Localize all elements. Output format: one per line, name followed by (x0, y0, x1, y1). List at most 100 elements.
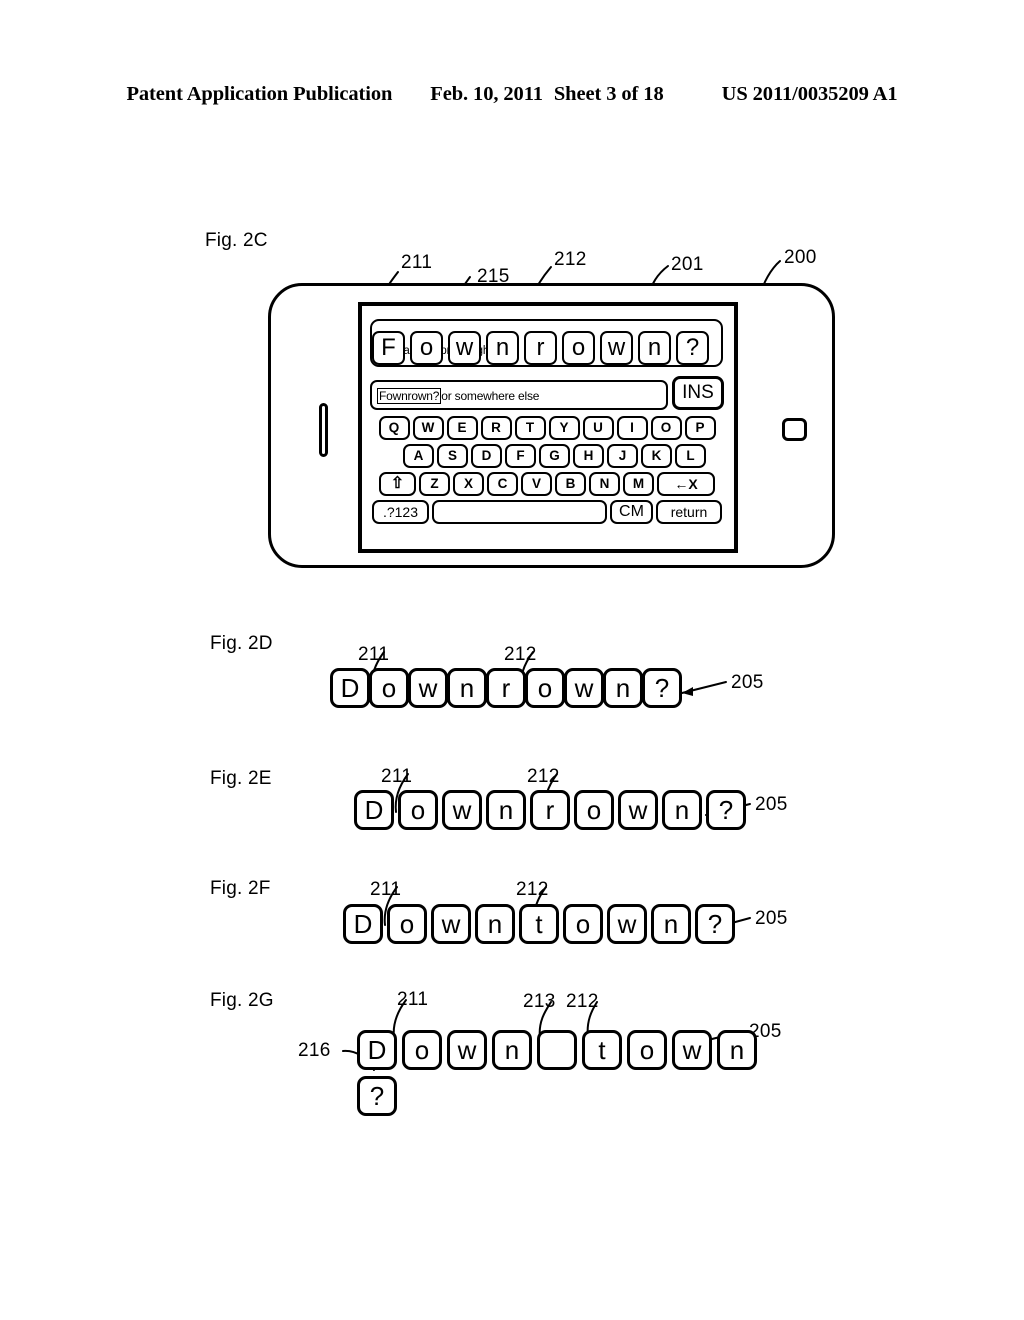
candidate-box[interactable]: w (564, 668, 604, 708)
candidate-box[interactable]: o (562, 331, 595, 365)
key-p[interactable]: P (684, 416, 716, 440)
ref-211-fig2e: 211 (381, 766, 413, 787)
key-r[interactable]: R (480, 416, 512, 440)
candidate-box[interactable]: w (447, 1030, 487, 1070)
key-u[interactable]: U (582, 416, 614, 440)
key-k[interactable]: K (641, 444, 672, 468)
key-t[interactable]: T (514, 416, 546, 440)
key-j[interactable]: J (607, 444, 638, 468)
candidate-box[interactable]: D (354, 790, 394, 830)
candidate-box[interactable]: o (574, 790, 614, 830)
key-m[interactable]: M (623, 472, 654, 496)
input-row: Fownrown? or somewhere else INS (370, 376, 724, 411)
space-key[interactable] (432, 500, 607, 524)
ins-button[interactable]: INS (672, 376, 724, 410)
candidate-row-fig2f[interactable]: D o w n t o w n ? (343, 904, 735, 944)
candidate-box[interactable]: D (330, 668, 370, 708)
key-i[interactable]: I (616, 416, 648, 440)
candidate-box[interactable]: n (475, 904, 515, 944)
candidate-box[interactable]: n (447, 668, 487, 708)
key-f[interactable]: F (505, 444, 536, 468)
ref-212-fig2d: 212 (504, 644, 537, 665)
candidate-box[interactable]: t (519, 904, 559, 944)
keyboard-row-2: A S D F G H J K L (368, 444, 726, 468)
candidate-box[interactable]: n (603, 668, 643, 708)
candidate-box[interactable]: n (662, 790, 702, 830)
candidate-box[interactable]: w (607, 904, 647, 944)
candidate-box[interactable]: w (600, 331, 633, 365)
text-input-field[interactable]: Fownrown? or somewhere else (370, 380, 668, 410)
candidate-row-fig2g[interactable]: D o w n t o w n (357, 1030, 757, 1070)
ref-200-fig2c: 200 (784, 247, 817, 268)
candidate-box[interactable]: w (442, 790, 482, 830)
candidate-box[interactable]: ? (695, 904, 735, 944)
candidate-box[interactable]: ? (706, 790, 746, 830)
candidate-box[interactable]: o (563, 904, 603, 944)
candidate-row-fig2g-wrapped[interactable]: ? (357, 1076, 397, 1116)
candidate-box[interactable]: ? (642, 668, 682, 708)
key-v[interactable]: V (521, 472, 552, 496)
ref-205-fig2f: 205 (755, 908, 788, 929)
candidate-box[interactable]: o (387, 904, 427, 944)
candidate-box[interactable]: n (651, 904, 691, 944)
key-s[interactable]: S (437, 444, 468, 468)
cm-key[interactable]: CM (610, 500, 653, 524)
candidate-box-empty[interactable] (537, 1030, 577, 1070)
remaining-text: or somewhere else (441, 389, 540, 403)
candidate-row-fig2c[interactable]: F o w n r o w n ? (372, 330, 727, 366)
key-x[interactable]: X (453, 472, 484, 496)
candidate-box[interactable]: n (717, 1030, 757, 1070)
candidate-box[interactable]: r (530, 790, 570, 830)
candidate-box[interactable]: n (486, 790, 526, 830)
text-input-content: Fownrown? or somewhere else (377, 388, 540, 404)
candidate-box[interactable]: r (486, 668, 526, 708)
key-c[interactable]: C (487, 472, 518, 496)
candidate-box[interactable]: n (638, 331, 671, 365)
candidate-box[interactable]: o (369, 668, 409, 708)
key-h[interactable]: H (573, 444, 604, 468)
key-n[interactable]: N (589, 472, 620, 496)
candidate-box[interactable]: n (486, 331, 519, 365)
candidate-box-wrapped[interactable]: ? (357, 1076, 397, 1116)
ref-211-fig2g: 211 (397, 989, 429, 1010)
candidate-box[interactable]: w (672, 1030, 712, 1070)
candidate-box[interactable]: D (343, 904, 383, 944)
key-a[interactable]: A (403, 444, 434, 468)
return-key[interactable]: return (656, 500, 722, 524)
shift-key-icon[interactable]: ⇧ (379, 472, 416, 496)
candidate-box[interactable]: D (357, 1030, 397, 1070)
key-z[interactable]: Z (419, 472, 450, 496)
ref-212-fig2f: 212 (516, 879, 549, 900)
candidate-box[interactable]: o (410, 331, 443, 365)
ref-211-fig2d: 211 (358, 644, 390, 665)
key-e[interactable]: E (446, 416, 478, 440)
candidate-box[interactable]: n (492, 1030, 532, 1070)
phone-home-button[interactable] (782, 418, 807, 441)
candidate-box[interactable]: o (398, 790, 438, 830)
key-g[interactable]: G (539, 444, 570, 468)
candidate-box[interactable]: ? (676, 331, 709, 365)
key-q[interactable]: Q (378, 416, 410, 440)
candidate-box[interactable]: w (448, 331, 481, 365)
key-d[interactable]: D (471, 444, 502, 468)
candidate-box[interactable]: o (402, 1030, 442, 1070)
candidate-box[interactable]: w (431, 904, 471, 944)
candidate-row-fig2d[interactable]: D o w n r o w n ? (330, 668, 682, 708)
candidate-row-fig2e[interactable]: D o w n r o w n ? (354, 790, 746, 830)
key-o[interactable]: O (650, 416, 682, 440)
candidate-box[interactable]: F (372, 331, 405, 365)
key-w[interactable]: W (412, 416, 444, 440)
key-b[interactable]: B (555, 472, 586, 496)
key-l[interactable]: L (675, 444, 706, 468)
header-patent-number: US 2011/0035209 A1 (721, 83, 898, 105)
candidate-box[interactable]: w (618, 790, 658, 830)
candidate-box[interactable]: t (582, 1030, 622, 1070)
key-y[interactable]: Y (548, 416, 580, 440)
candidate-box[interactable]: o (525, 668, 565, 708)
candidate-box[interactable]: w (408, 668, 448, 708)
backspace-key-icon[interactable]: ←X (657, 472, 715, 496)
numeric-key[interactable]: .?123 (372, 500, 429, 524)
candidate-box[interactable]: o (627, 1030, 667, 1070)
ref-212-fig2g: 212 (566, 991, 599, 1012)
candidate-box[interactable]: r (524, 331, 557, 365)
